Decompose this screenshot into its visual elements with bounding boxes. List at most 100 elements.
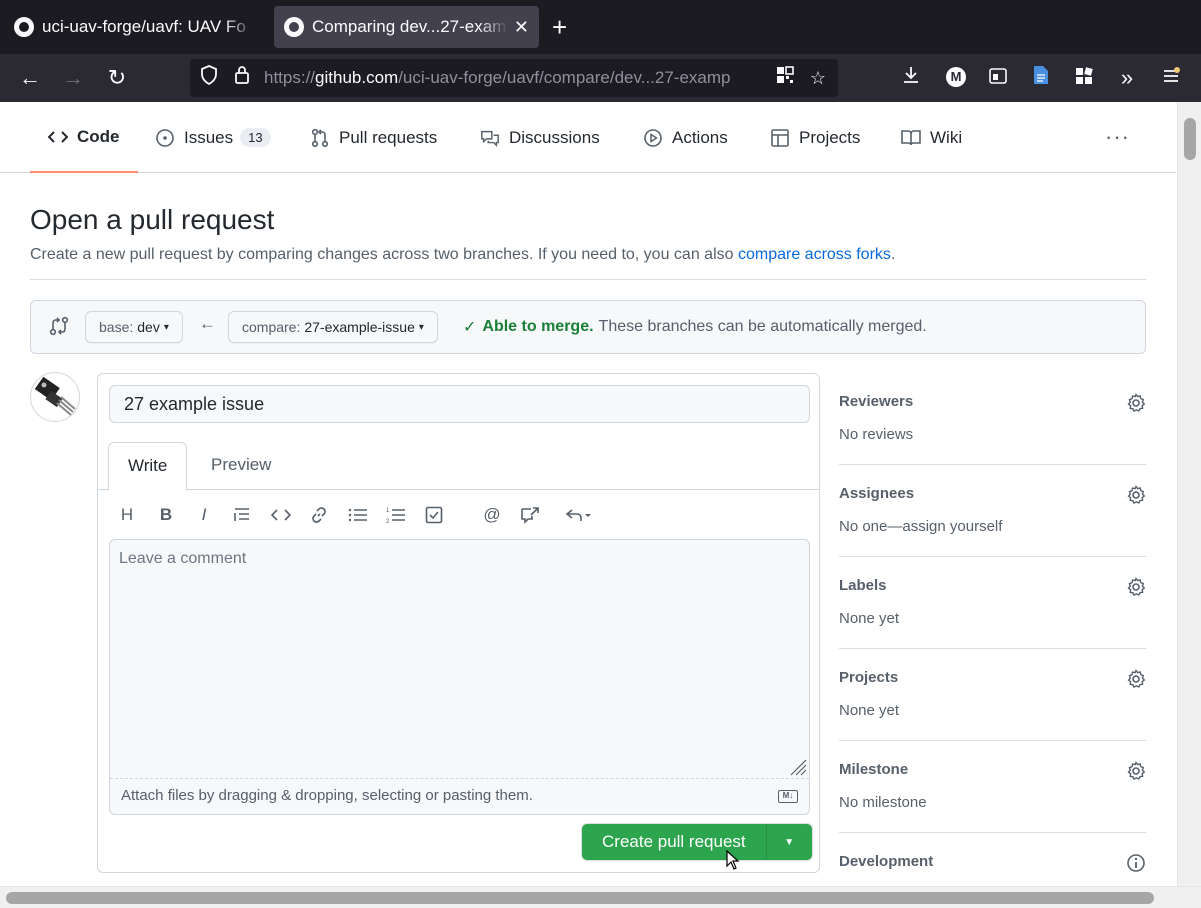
more-options-icon[interactable]: ··· [1105, 124, 1130, 150]
code-icon[interactable] [267, 502, 295, 528]
cross-reference-icon[interactable] [516, 502, 544, 528]
repo-tab-label: Pull requests [339, 127, 438, 147]
gear-icon[interactable] [1126, 577, 1146, 597]
overflow-chevrons-icon[interactable]: » [1113, 64, 1141, 92]
gear-icon[interactable] [1126, 393, 1146, 413]
resize-grip-icon[interactable] [787, 758, 807, 776]
qr-code-icon[interactable] [772, 65, 798, 91]
file-attachment-zone[interactable]: Attach files by dragging & dropping, sel… [110, 778, 809, 814]
repo-tab-label: Projects [799, 127, 861, 147]
tab-preview[interactable]: Preview [192, 442, 290, 490]
unordered-list-icon[interactable] [344, 502, 372, 528]
caret-down-icon: ▾ [163, 321, 169, 333]
sidebar-heading: Projects [839, 669, 899, 686]
caret-down-icon: ▾ [418, 321, 424, 333]
repo-tab-label: Wiki [930, 127, 963, 147]
merge-status: ✓ Able to merge. These branches can be a… [463, 318, 927, 336]
pull-request-form: Write Preview H B I 12 [97, 373, 820, 873]
extensions-icon[interactable] [1070, 64, 1098, 92]
compare-branch-select[interactable]: compare: 27-example-issue ▾ [228, 311, 438, 343]
saved-replies-icon[interactable] [560, 502, 600, 528]
browser-tab-compare[interactable]: Comparing dev...27-examp ✕ [274, 6, 539, 48]
sidebar-heading: Reviewers [839, 393, 914, 410]
branch-range-editor: base: dev ▾ ← compare: 27-example-issue ▾ ✓ … [30, 300, 1146, 354]
quote-icon[interactable] [228, 502, 256, 528]
sidebar-value: None yet [839, 610, 900, 627]
vertical-scrollbar[interactable] [1177, 102, 1201, 886]
markdown-toolbar: H B I 12 @ [98, 499, 819, 531]
shield-icon[interactable] [196, 65, 222, 91]
sidebar-section-reviewers: Reviewers No reviews [839, 373, 1146, 465]
mouse-cursor-icon [726, 850, 740, 870]
sidebar-section-milestone: Milestone No milestone [839, 741, 1146, 833]
issues-count-badge: 13 [240, 128, 271, 147]
forward-button[interactable]: → [59, 64, 87, 92]
sidebar-heading: Assignees [839, 485, 915, 502]
vertical-scroll-thumb[interactable] [1184, 118, 1196, 160]
create-options-dropdown[interactable]: ▼ [765, 824, 812, 860]
back-button[interactable]: ← [16, 64, 44, 92]
repo-tab-issues[interactable]: Issues 13 [155, 102, 271, 173]
tab-write[interactable]: Write [108, 442, 188, 491]
close-tab-icon[interactable]: ✕ [514, 17, 529, 38]
discussion-sidebar: Reviewers No reviews Assignees No one—as… [839, 373, 1146, 908]
assign-yourself-link[interactable]: No one—assign yourself [839, 518, 1002, 535]
repo-tab-actions[interactable]: Actions [643, 102, 728, 173]
url-bar[interactable]: https://github.com/uci-uav-forge/uavf/co… [190, 59, 838, 97]
editor-tabs: Write Preview [98, 442, 819, 491]
new-tab-button[interactable]: + [552, 12, 567, 42]
heading-icon[interactable]: H [113, 502, 141, 528]
sidebar-value: None yet [839, 702, 900, 719]
gear-icon[interactable] [1126, 485, 1146, 505]
lock-icon[interactable] [229, 65, 255, 91]
sidebar-section-labels: Labels None yet [839, 557, 1146, 649]
horizontal-scrollbar[interactable] [0, 886, 1201, 908]
browser-tab-repo[interactable]: uci-uav-forge/uavf: UAV Fo [4, 6, 266, 48]
play-icon [643, 128, 663, 148]
code-icon [48, 127, 68, 147]
repo-tab-wiki[interactable]: Wiki [901, 102, 962, 173]
downloads-icon[interactable] [897, 64, 925, 92]
github-favicon-icon [284, 17, 304, 37]
horizontal-scroll-thumb[interactable] [6, 892, 1154, 904]
info-icon[interactable] [1126, 853, 1146, 873]
comment-textarea[interactable] [110, 540, 809, 778]
link-icon[interactable] [305, 502, 333, 528]
pr-title-input[interactable] [109, 385, 810, 423]
git-pull-request-icon [310, 128, 330, 148]
bookmark-star-icon[interactable]: ☆ [805, 65, 831, 91]
task-list-icon[interactable] [420, 502, 448, 528]
italic-icon[interactable]: I [190, 502, 218, 528]
repo-tab-label: Code [77, 126, 120, 146]
sidebar-heading: Milestone [839, 761, 909, 778]
repo-tab-pull-requests[interactable]: Pull requests [310, 102, 437, 173]
tab-title: uci-uav-forge/uavf: UAV Fo [42, 17, 246, 36]
repo-tab-label: Actions [672, 127, 728, 147]
ordered-list-icon[interactable]: 12 [382, 502, 410, 528]
browser-nav-bar: ← → ↻ https://github.com/uci-uav-forge/u… [0, 54, 1201, 102]
repo-tab-code[interactable]: Code [30, 102, 138, 173]
reload-button[interactable]: ↻ [103, 64, 131, 92]
gear-icon[interactable] [1126, 669, 1146, 689]
github-favicon-icon [14, 17, 34, 37]
sidebar-heading: Labels [839, 577, 887, 594]
compare-across-forks-link[interactable]: compare across forks [738, 246, 891, 263]
account-avatar[interactable]: M [946, 67, 966, 87]
base-branch-select[interactable]: base: dev ▾ [85, 311, 183, 343]
mention-icon[interactable]: @ [478, 502, 506, 528]
repo-tab-projects[interactable]: Projects [770, 102, 860, 173]
url-text[interactable]: https://github.com/uci-uav-forge/uavf/co… [264, 68, 764, 88]
repo-tab-discussions[interactable]: Discussions [480, 102, 600, 173]
repo-nav: Code Issues 13 Pull requests Discussions [0, 102, 1176, 173]
document-extension-icon[interactable] [1027, 64, 1055, 92]
avatar[interactable] [30, 372, 80, 422]
reader-extension-icon[interactable] [984, 64, 1012, 92]
menu-icon[interactable] [1157, 64, 1185, 92]
comment-editor: Attach files by dragging & dropping, sel… [109, 539, 810, 815]
bold-icon[interactable]: B [152, 502, 180, 528]
svg-text:2: 2 [386, 519, 390, 524]
gear-icon[interactable] [1126, 761, 1146, 781]
markdown-icon[interactable]: M↓ [778, 790, 798, 803]
check-icon: ✓ [463, 319, 477, 336]
sidebar-value: No reviews [839, 426, 914, 443]
